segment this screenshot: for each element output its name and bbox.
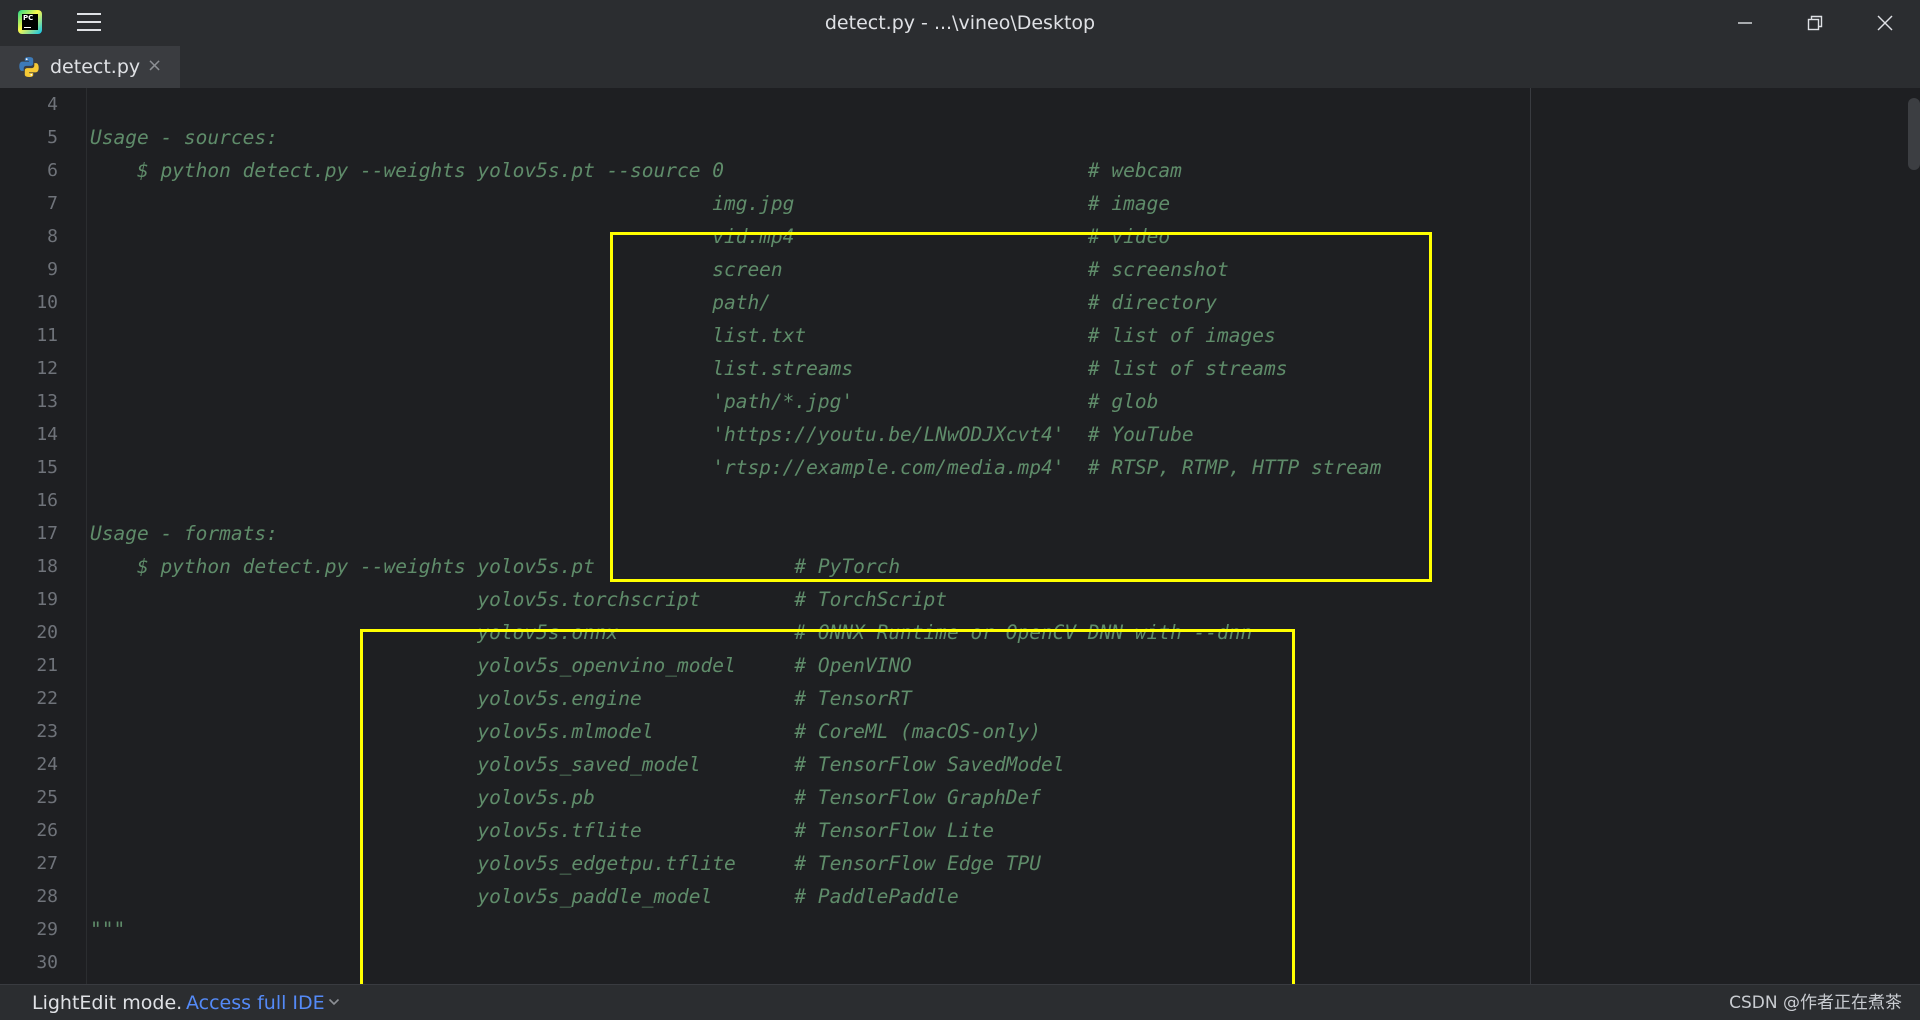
status-bar: LightEdit mode. Access full IDE CSDN @作者… [0, 984, 1920, 1020]
minimize-button[interactable] [1710, 0, 1780, 46]
line-number: 30 [36, 952, 58, 973]
code-line[interactable]: 19 yolov5s.torchscript # TorchScript [0, 583, 1900, 616]
python-icon [19, 57, 39, 77]
line-number: 19 [36, 589, 58, 610]
line-number: 28 [36, 886, 58, 907]
close-window-button[interactable] [1850, 0, 1920, 46]
formats-highlight-box [360, 629, 1295, 984]
restore-icon [1807, 15, 1823, 31]
line-number: 14 [36, 424, 58, 445]
line-number: 13 [36, 391, 58, 412]
chevron-down-icon[interactable] [328, 997, 340, 1007]
line-number: 18 [36, 556, 58, 577]
restore-button[interactable] [1780, 0, 1850, 46]
close-icon [1877, 15, 1893, 31]
tab-label: detect.py [50, 56, 141, 78]
lightedit-mode-label: LightEdit mode. [32, 992, 183, 1014]
pycharm-logo-mark: PC [22, 14, 38, 30]
code-line[interactable]: 7 img.jpg # image [0, 187, 1900, 220]
line-number: 27 [36, 853, 58, 874]
line-code-text: img.jpg # image [90, 192, 1171, 215]
pycharm-logo-text: PC [23, 14, 34, 22]
code-line[interactable]: 4 [0, 88, 1900, 121]
vertical-scrollbar[interactable] [1908, 98, 1920, 170]
line-number: 9 [47, 259, 58, 280]
line-number: 4 [47, 94, 58, 115]
line-number: 25 [36, 787, 58, 808]
code-editor[interactable]: 4 5 Usage - sources: 6 $ python detect.py -… [0, 88, 1920, 984]
code-line[interactable]: 6 $ python detect.py --weights yolov5s.p… [0, 154, 1900, 187]
line-number: 10 [36, 292, 58, 313]
csdn-watermark: CSDN @作者正在煮茶 [1729, 993, 1902, 1013]
line-number: 23 [36, 721, 58, 742]
window-title: detect.py - ...\vineo\Desktop [824, 12, 1096, 34]
line-number: 6 [47, 160, 58, 181]
line-code-text: $ python detect.py --weights yolov5s.pt … [90, 159, 1182, 182]
line-number: 11 [36, 325, 58, 346]
title-bar: PC detect.py - ...\vineo\Desktop [0, 0, 1920, 46]
line-number: 22 [36, 688, 58, 709]
main-menu-icon[interactable] [76, 10, 102, 36]
line-code-text: """ [90, 918, 126, 941]
tab-close-icon[interactable]: × [147, 46, 162, 86]
line-number: 21 [36, 655, 58, 676]
line-number: 5 [47, 127, 58, 148]
line-number: 24 [36, 754, 58, 775]
line-number: 16 [36, 490, 58, 511]
line-code-text: yolov5s.torchscript # TorchScript [90, 588, 948, 611]
line-code-text: Usage - sources: [90, 126, 278, 149]
line-number: 15 [36, 457, 58, 478]
code-line[interactable]: 5 Usage - sources: [0, 121, 1900, 154]
pycharm-logo-icon[interactable]: PC [18, 10, 42, 34]
line-code-text: Usage - formats: [90, 522, 278, 545]
line-number: 8 [47, 226, 58, 247]
line-number: 29 [36, 919, 58, 940]
tab-detect-py[interactable]: detect.py × [0, 46, 180, 88]
minimize-icon [1738, 22, 1752, 24]
sources-highlight-box [610, 232, 1432, 582]
line-number: 20 [36, 622, 58, 643]
line-number: 17 [36, 523, 58, 544]
line-number: 7 [47, 193, 58, 214]
access-full-ide-link[interactable]: Access full IDE [186, 985, 325, 1020]
ide-window: PC detect.py - ...\vineo\Desktop detect.… [0, 0, 1920, 1020]
line-number: 26 [36, 820, 58, 841]
line-number: 12 [36, 358, 58, 379]
editor-tab-bar: detect.py × [0, 46, 1920, 89]
